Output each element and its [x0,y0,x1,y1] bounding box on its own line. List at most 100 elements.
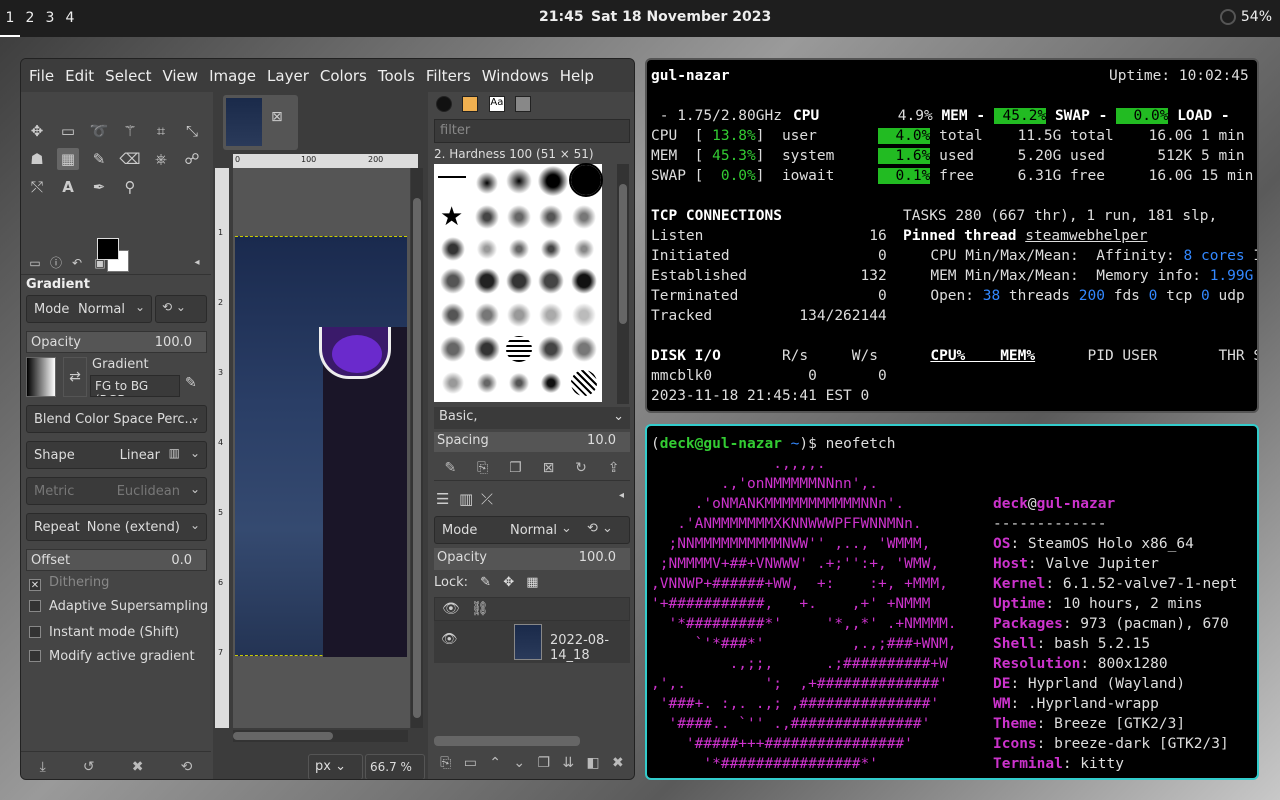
gradients-tab-icon[interactable] [515,96,532,112]
lock-position-icon[interactable]: ✥ [503,575,514,590]
brush-thumb[interactable] [474,370,500,396]
menu-view[interactable]: View [162,67,198,85]
move-tool-icon[interactable]: ✥ [26,120,48,142]
new-brush-icon[interactable]: ⎘ [477,460,488,476]
brush-thumb[interactable] [538,236,564,262]
paths-icon[interactable]: ⤲ [26,176,48,198]
metric-select[interactable]: Metric Euclidean ⌄ [26,477,207,505]
delete-options-icon[interactable]: ✖ [132,759,144,775]
gradient-preview[interactable] [26,357,56,397]
reset-options-icon[interactable]: ⟲ [181,759,193,775]
brush-thumb[interactable] [538,336,564,362]
lock-pixels-icon[interactable]: ✎ [480,575,491,590]
offset-slider[interactable]: Offset 0.0 [26,549,207,571]
brush-thumb[interactable] [538,302,564,328]
brush-thumb[interactable] [440,302,466,328]
restore-options-icon[interactable]: ↺ [83,759,95,775]
transform-icon[interactable]: ⤡ [181,120,203,142]
brush-thumb[interactable] [438,176,466,178]
lock-alpha-icon[interactable]: ▦ [526,575,538,590]
unit-select[interactable]: px ⌄ [308,754,363,779]
paths-tab-icon[interactable]: ⤫ [481,490,493,508]
duplicate-brush-icon[interactable]: ❐ [509,460,522,476]
edit-gradient-icon[interactable]: ✎ [185,375,197,391]
brush-thumb[interactable] [440,336,466,362]
lower-layer-icon[interactable]: ⌄ [513,755,525,771]
brush-thumb[interactable] [571,236,597,262]
delete-brush-icon[interactable]: ⊠ [543,460,555,476]
opacity-slider[interactable]: Opacity 100.0 [26,331,207,353]
system-monitor-terminal[interactable]: gul-nazar Uptime: 10:02:45 - 1.75/2.80GH… [645,58,1259,413]
horizontal-scrollbar[interactable] [233,730,408,742]
neofetch-terminal[interactable]: (deck@gul-nazar ~)$ neofetch .,,,,. .,'o… [645,424,1259,780]
menu-select[interactable]: Select [105,67,151,85]
brush-thumb[interactable] [538,268,564,294]
brushes-tab-icon[interactable] [436,96,452,112]
brush-tag-select[interactable]: Basic, ⌄ [434,407,630,429]
brush-thumb[interactable] [474,170,500,196]
new-layer-group-icon[interactable]: ▭ [464,755,477,771]
lasso-icon[interactable]: ➰ [88,120,110,142]
workspace-1[interactable]: 1 [0,0,20,37]
brush-thumb[interactable] [506,204,532,230]
menu-layer[interactable]: Layer [267,67,309,85]
canvas[interactable] [233,168,410,728]
layer-opacity-slider[interactable]: Opacity 100.0 [434,548,630,570]
menu-colors[interactable]: Colors [320,67,367,85]
eye-icon[interactable]: 👁 [441,632,458,647]
menu-file[interactable]: File [29,67,54,85]
workspace-3[interactable]: 3 [40,0,60,37]
vertical-scrollbar[interactable] [411,168,423,728]
save-options-icon[interactable]: ⤓ [40,759,46,775]
refresh-brushes-icon[interactable]: ↻ [575,460,587,476]
brush-thumb[interactable] [571,268,597,294]
brush-thumb[interactable] [506,370,532,396]
brush-thumb[interactable] [440,268,466,294]
undo-history-tab-icon[interactable]: ↶ [66,252,88,274]
duplicate-layer-icon[interactable]: ❐ [537,755,550,771]
workspace-4[interactable]: 4 [60,0,80,37]
brush-thumb[interactable] [538,204,564,230]
mode-reset-button[interactable]: ⟲ ⌄ [155,295,207,323]
brush-thumb[interactable] [571,302,597,328]
brush-thumb[interactable] [506,268,532,294]
rotate-icon[interactable]: ⟲ ⌄ [587,521,613,536]
fuzzy-select-icon[interactable]: ⚚ [119,120,141,142]
clone-icon[interactable]: ⎈ [150,148,172,170]
channels-tab-icon[interactable]: ▥ [459,490,473,508]
new-layer-icon[interactable]: ⎘ [440,755,451,771]
brush-thumb[interactable] [538,370,564,396]
raise-layer-icon[interactable]: ⌃ [489,755,501,771]
paintbrush-icon[interactable]: ✎ [88,148,110,170]
brush-thumb[interactable] [440,370,466,396]
layers-scrollbar[interactable] [434,736,580,746]
color-picker-icon[interactable]: ✒ [88,176,110,198]
brush-thumb[interactable] [538,166,568,196]
eraser-icon[interactable]: ⌫ [119,148,141,170]
brush-thumb[interactable] [506,336,532,362]
brush-thumb[interactable] [474,268,500,294]
layer-row[interactable]: 👁 2022-08-14_18 [434,621,630,663]
adaptive-supersampling-checkbox[interactable]: Adaptive Supersampling [29,599,208,614]
brush-thumb[interactable] [474,336,500,362]
tool-options-tab-icon[interactable]: ▭ [24,252,46,274]
fonts-tab-icon[interactable]: Aa [488,96,505,112]
menu-image[interactable]: Image [209,67,256,85]
dock-menu-icon[interactable]: ◂ [186,252,208,274]
star-brush-thumb[interactable]: ★ [440,204,466,230]
brush-grid[interactable]: ★ [434,163,603,402]
brush-thumb[interactable] [506,236,532,262]
brush-thumb[interactable] [571,370,597,396]
images-tab-icon[interactable]: ▣ [89,252,111,274]
menu-help[interactable]: Help [560,67,594,85]
brush-thumb[interactable] [569,163,603,197]
menu-tools[interactable]: Tools [378,67,415,85]
layer-mode-select[interactable]: Mode Normal ⌄ ⟲ ⌄ [434,516,630,544]
dock-menu-icon[interactable]: ◂ [619,490,624,501]
repeat-select[interactable]: Repeat None (extend) ⌄ [26,513,207,541]
smudge-icon[interactable]: ☍ [181,148,203,170]
brush-thumb[interactable] [506,168,532,194]
dithering-checkbox[interactable]: ✕ Dithering [29,575,109,591]
brush-thumb[interactable] [571,336,597,362]
patterns-tab-icon[interactable] [462,96,479,112]
